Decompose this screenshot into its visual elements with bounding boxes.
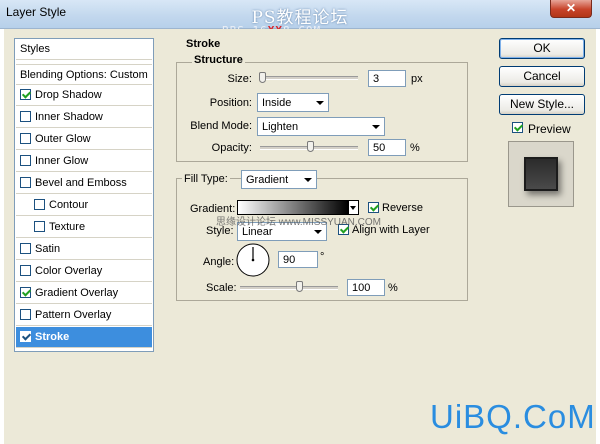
- preview-label: Preview: [528, 122, 571, 136]
- size-slider-thumb[interactable]: [259, 72, 266, 83]
- cancel-button[interactable]: Cancel: [499, 66, 585, 87]
- stroke-section-title: Stroke: [186, 38, 221, 50]
- style-item-stroke[interactable]: Stroke: [16, 327, 152, 348]
- styles-header-label: Styles: [20, 43, 50, 55]
- style-item-checkbox[interactable]: [20, 133, 31, 144]
- close-button[interactable]: ✕: [550, 0, 592, 18]
- angle-dial[interactable]: [236, 243, 270, 277]
- chevron-down-icon: [316, 101, 324, 105]
- blend-mode-select[interactable]: Lighten: [257, 117, 385, 136]
- opacity-unit: %: [410, 142, 420, 154]
- style-preview-thumbnail: [508, 141, 574, 207]
- size-field[interactable]: 3: [368, 70, 406, 87]
- scale-slider-thumb[interactable]: [296, 281, 303, 292]
- reverse-checkbox[interactable]: [368, 202, 379, 213]
- style-item-texture[interactable]: Texture: [16, 217, 152, 238]
- size-label: Size:: [227, 73, 252, 85]
- title-bar[interactable]: Layer Style PS教程论坛 BBS.16XX8.COM ✕: [0, 0, 600, 37]
- styles-header[interactable]: Styles: [16, 39, 152, 60]
- fill-type-value: Gradient: [246, 174, 289, 186]
- style-item-satin[interactable]: Satin: [16, 239, 152, 260]
- size-slider-track[interactable]: [260, 76, 358, 80]
- angle-unit: °: [320, 251, 325, 263]
- close-icon: ✕: [565, 1, 577, 15]
- style-item-drop-shadow[interactable]: Drop Shadow: [16, 85, 152, 106]
- opacity-slider-thumb[interactable]: [307, 141, 314, 152]
- style-item-bevel-and-emboss[interactable]: Bevel and Emboss: [16, 173, 152, 194]
- fill-type-label: Fill Type:: [182, 169, 230, 189]
- style-item-checkbox[interactable]: [20, 155, 31, 166]
- angle-label: Angle:: [203, 256, 235, 268]
- preview-checkbox[interactable]: [512, 122, 523, 133]
- style-item-checkbox[interactable]: [34, 221, 45, 232]
- style-item-pattern-overlay[interactable]: Pattern Overlay: [16, 305, 152, 326]
- blend-mode-label: Blend Mode:: [190, 120, 252, 132]
- chevron-down-icon: [372, 125, 380, 129]
- scale-field[interactable]: 100: [347, 279, 385, 296]
- styles-list: Styles Blending Options: Custom Drop Sha…: [14, 38, 154, 352]
- style-item-label: Satin: [35, 243, 61, 255]
- style-item-checkbox[interactable]: [20, 111, 31, 122]
- angle-field[interactable]: 90: [278, 251, 318, 268]
- style-item-checkbox[interactable]: [20, 265, 31, 276]
- brand-watermark: UiBQ.CoM: [430, 398, 596, 435]
- style-item-checkbox[interactable]: [20, 89, 31, 100]
- position-label: Position:: [209, 97, 252, 109]
- structure-title: Structure: [192, 54, 245, 66]
- chevron-down-icon: [304, 178, 312, 182]
- style-item-inner-glow[interactable]: Inner Glow: [16, 151, 152, 172]
- style-item-checkbox[interactable]: [34, 199, 45, 210]
- scale-unit: %: [388, 282, 398, 294]
- scale-slider-track[interactable]: [240, 286, 338, 290]
- blending-options[interactable]: Blending Options: Custom: [16, 64, 152, 85]
- fill-type-select[interactable]: Gradient: [241, 170, 317, 189]
- style-item-label: Inner Glow: [35, 155, 89, 167]
- position-select[interactable]: Inside: [257, 93, 329, 112]
- style-item-outer-glow[interactable]: Outer Glow: [16, 129, 152, 150]
- style-item-label: Inner Shadow: [35, 111, 103, 123]
- style-item-inner-shadow[interactable]: Inner Shadow: [16, 107, 152, 128]
- style-item-label: Outer Glow: [35, 133, 91, 145]
- blending-options-label: Blending Options: Custom: [20, 69, 148, 81]
- style-item-checkbox[interactable]: [20, 309, 31, 320]
- style-item-label: Color Overlay: [35, 265, 103, 277]
- style-item-checkbox[interactable]: [20, 177, 31, 188]
- style-item-label: Gradient Overlay: [35, 287, 119, 299]
- blend-mode-value: Lighten: [262, 121, 299, 133]
- opacity-field[interactable]: 50: [368, 139, 406, 156]
- style-item-label: Contour: [49, 199, 89, 211]
- ok-button[interactable]: OK: [499, 38, 585, 59]
- reverse-label: Reverse: [382, 202, 423, 214]
- scale-label: Scale:: [206, 282, 237, 294]
- style-item-checkbox[interactable]: [20, 287, 31, 298]
- site-watermark: 思缘设计论坛 www.MISSYUAN.COM: [216, 217, 382, 228]
- style-item-color-overlay[interactable]: Color Overlay: [16, 261, 152, 282]
- style-item-checkbox[interactable]: [20, 331, 31, 342]
- chevron-down-icon: [350, 206, 356, 210]
- style-item-label: Bevel and Emboss: [35, 177, 127, 189]
- preview-swatch: [524, 157, 558, 191]
- style-item-checkbox[interactable]: [20, 243, 31, 254]
- style-item-label: Pattern Overlay: [35, 309, 112, 321]
- position-value: Inside: [262, 97, 292, 109]
- style-item-label: Texture: [49, 221, 86, 233]
- style-item-gradient-overlay[interactable]: Gradient Overlay: [16, 283, 152, 304]
- opacity-label: Opacity:: [211, 142, 252, 154]
- style-item-label: Drop Shadow: [35, 89, 102, 101]
- style-item-contour[interactable]: Contour: [16, 195, 152, 216]
- style-item-label: Stroke: [35, 331, 70, 343]
- new-style-button[interactable]: New Style...: [499, 94, 585, 115]
- size-unit: px: [411, 73, 423, 85]
- chevron-down-icon: [314, 230, 322, 234]
